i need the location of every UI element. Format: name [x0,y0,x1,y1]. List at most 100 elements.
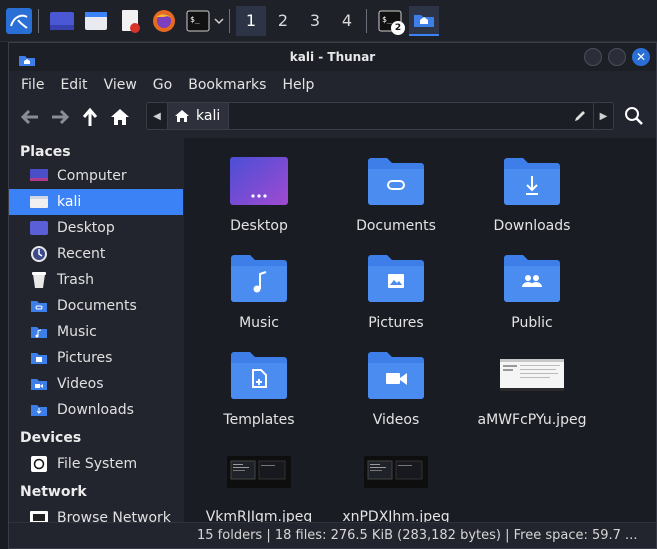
sidebar-item-label: Documents [57,298,137,314]
sidebar-item-pictures[interactable]: Pictures [9,345,183,371]
search-button[interactable] [624,106,644,130]
workspace-3[interactable]: 3 [300,6,330,36]
downloads-folder-icon [503,150,561,212]
arrow-up-icon [82,107,98,126]
menu-file[interactable]: File [13,77,52,93]
maximize-button[interactable] [608,48,626,66]
task-terminal[interactable]: $_ 2 [375,6,405,36]
terminal-dropdown-icon[interactable] [213,6,225,36]
downloads-folder-icon [29,401,49,419]
status-bar: 15 folders | 18 files: 276.5 KiB (283,18… [9,522,656,548]
panel-separator [38,8,39,33]
workspace-4[interactable]: 4 [332,6,362,36]
back-button[interactable] [15,102,45,132]
top-panel: $_ 1 2 3 4 $_ 2 [0,0,657,42]
file-item-pictures[interactable]: Pictures [332,247,460,331]
sidebar-item-file-system[interactable]: File System [9,449,183,479]
close-button[interactable]: ✕ [632,48,650,66]
status-text: 15 folders | 18 files: 276.5 KiB (283,18… [197,528,638,543]
file-item-templates[interactable]: Templates [195,344,323,428]
task-file-manager[interactable] [409,5,439,36]
panel-separator [366,8,367,33]
sidebar-item-trash[interactable]: Trash [9,267,183,293]
devices-header: Devices [20,430,82,446]
templates-folder-icon [230,344,288,406]
music-folder-icon [230,247,288,309]
sidebar-item-documents[interactable]: Documents [9,293,183,319]
workspace-1[interactable]: 1 [236,5,266,36]
window-title: kali - Thunar [289,50,376,64]
firefox-icon[interactable] [149,6,179,36]
file-item-public[interactable]: Public [468,247,596,331]
sidebar-item-label: Pictures [57,350,113,366]
workspace-2[interactable]: 2 [268,6,298,36]
sidebar-item-music[interactable]: Music [9,319,183,345]
file-item-label: Templates [223,412,295,428]
sidebar-item-label: Trash [57,272,94,288]
sidebar-item-label: Downloads [57,402,134,418]
file-item-label: Desktop [230,218,288,234]
image-thumbnail-icon [500,344,564,406]
file-icon-view[interactable]: Desktop Documents Downloads Music Pictur… [184,138,656,525]
file-item-vkmrjigm-jpeg[interactable]: VkmRJIgm.jpeg [195,441,323,525]
breadcrumb-label: kali [196,108,221,124]
terminal-launcher-icon[interactable]: $_ [183,6,213,36]
forward-button[interactable] [45,102,75,132]
breadcrumb-kali[interactable]: kali [167,103,230,129]
file-item-label: Pictures [368,315,424,331]
computer-icon [29,167,49,185]
menu-edit[interactable]: Edit [52,77,95,93]
pathbar-scroll-right-icon[interactable]: ▶ [593,103,613,129]
show-desktop-icon[interactable] [47,6,77,36]
pictures-folder-icon [29,349,49,367]
sidebar-item-kali[interactable]: kali [9,189,183,215]
sidebar-item-videos[interactable]: Videos [9,371,183,397]
home-icon [175,110,189,122]
file-item-documents[interactable]: Documents [332,150,460,234]
sidebar-item-label: Desktop [57,220,115,236]
parent-folder-button[interactable] [75,102,105,132]
pathbar-scroll-left-icon[interactable]: ◀ [147,103,167,129]
file-manager-icon[interactable] [81,6,111,36]
sidebar-item-label: Computer [57,168,127,184]
menu-bookmarks[interactable]: Bookmarks [180,77,274,93]
sidebar-item-label: Music [57,324,97,340]
edit-location-icon[interactable] [567,109,593,123]
drive-icon [29,455,49,473]
public-folder-icon [503,247,561,309]
close-icon: ✕ [635,50,647,64]
desktop-icon [229,150,289,212]
sidebar-item-downloads[interactable]: Downloads [9,397,183,423]
sidebar-item-desktop[interactable]: Desktop [9,215,183,241]
sidebar: Places Computer kali Desktop Recent Tras… [9,138,183,548]
file-item-label: Music [239,315,279,331]
file-item-amwfcpyu-jpeg[interactable]: aMWFcPYu.jpeg [468,344,596,428]
menu-help[interactable]: Help [274,77,322,93]
kali-menu-icon[interactable] [4,6,34,36]
sidebar-item-recent[interactable]: Recent [9,241,183,267]
menu-go[interactable]: Go [145,77,180,93]
text-editor-icon[interactable] [115,6,145,36]
videos-folder-icon [367,344,425,406]
videos-folder-icon [29,375,49,393]
arrow-left-icon [20,109,38,125]
minimize-button[interactable] [584,48,602,66]
task-count-badge: 2 [391,20,405,35]
file-item-videos[interactable]: Videos [332,344,460,428]
home-button[interactable] [105,102,135,132]
title-bar[interactable]: kali - Thunar ✕ [9,43,656,71]
documents-folder-icon [29,297,49,315]
file-item-xnpdxjhm-jpeg[interactable]: xnPDXJhm.jpeg [332,441,460,525]
menu-view[interactable]: View [96,77,145,93]
file-item-label: Public [511,315,553,331]
sidebar-item-computer[interactable]: Computer [9,163,183,189]
file-item-desktop[interactable]: Desktop [195,150,323,234]
file-item-downloads[interactable]: Downloads [468,150,596,234]
sidebar-item-label: Recent [57,246,106,262]
places-header: Places [20,144,71,160]
image-thumbnail-icon [364,441,428,503]
sidebar-item-label: kali [57,194,82,210]
sidebar-item-label: File System [57,456,138,472]
file-item-music[interactable]: Music [195,247,323,331]
network-header: Network [20,484,87,500]
